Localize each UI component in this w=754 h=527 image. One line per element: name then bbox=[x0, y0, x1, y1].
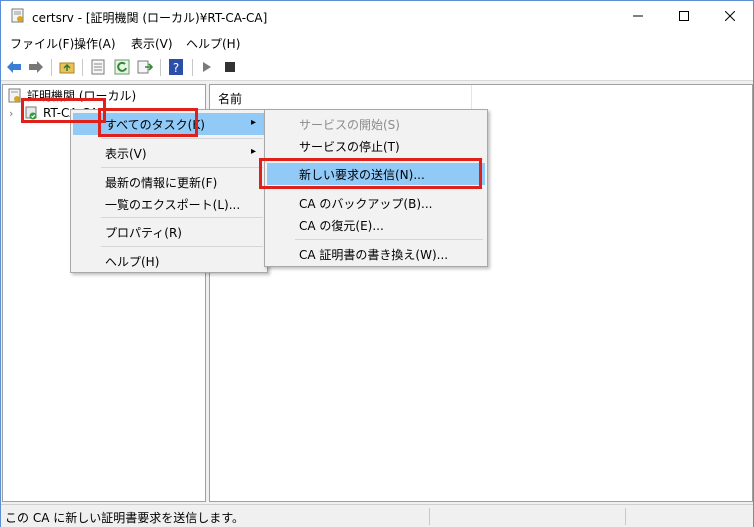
callout-highlight-submit-request bbox=[259, 158, 482, 189]
refresh-icon[interactable] bbox=[113, 58, 131, 76]
status-divider bbox=[429, 508, 430, 525]
export-icon[interactable] bbox=[136, 58, 154, 76]
menu-item-export-list[interactable]: 一覧のエクスポート(L)... bbox=[73, 193, 265, 215]
menu-action[interactable]: 操作(A) bbox=[74, 35, 116, 52]
menu-separator bbox=[101, 246, 263, 247]
menu-item-label: ヘルプ(H) bbox=[105, 254, 160, 269]
menu-item-label: CA のバックアップ(B)... bbox=[299, 196, 433, 211]
menu-item-label: サービスの開始(S) bbox=[299, 117, 400, 132]
title-bar: certsrv - [証明機関 (ローカル)¥RT-CA-CA] bbox=[1, 1, 753, 31]
menu-item-stop-service[interactable]: サービスの停止(T) bbox=[267, 135, 485, 157]
status-divider bbox=[625, 508, 626, 525]
stop-icon[interactable] bbox=[221, 58, 239, 76]
menu-item-refresh[interactable]: 最新の情報に更新(F) bbox=[73, 171, 265, 193]
minimize-button[interactable] bbox=[615, 1, 661, 31]
certsrv-app-icon bbox=[10, 8, 26, 24]
menu-separator bbox=[101, 138, 263, 139]
menu-separator bbox=[101, 167, 263, 168]
menu-view[interactable]: 表示(V) bbox=[131, 35, 173, 52]
menu-item-label: 一覧のエクスポート(L)... bbox=[105, 197, 241, 212]
menu-separator bbox=[101, 217, 263, 218]
menu-item-label: CA 証明書の書き換え(W)... bbox=[299, 247, 449, 262]
status-bar: この CA に新しい証明書要求を送信します。 bbox=[1, 504, 753, 527]
menu-separator bbox=[295, 239, 483, 240]
menu-item-restore-ca[interactable]: CA の復元(E)... bbox=[267, 214, 485, 236]
menu-item-help[interactable]: ヘルプ(H) bbox=[73, 250, 265, 272]
menu-item-view[interactable]: 表示(V) ▸ bbox=[73, 142, 265, 164]
status-text: この CA に新しい証明書要求を送信します。 bbox=[5, 511, 245, 525]
menu-item-backup-ca[interactable]: CA のバックアップ(B)... bbox=[267, 192, 485, 214]
menu-item-renew-ca-certificate[interactable]: CA 証明書の書き換え(W)... bbox=[267, 243, 485, 265]
submenu-arrow-icon: ▸ bbox=[251, 117, 257, 128]
column-header-name[interactable]: 名前 bbox=[210, 85, 472, 109]
chevron-right-icon[interactable]: › bbox=[9, 107, 19, 120]
toolbar-separator bbox=[82, 59, 83, 76]
column-header-label: 名前 bbox=[218, 92, 243, 106]
menu-item-label: 最新の情報に更新(F) bbox=[105, 175, 218, 190]
up-folder-icon[interactable] bbox=[58, 58, 76, 76]
callout-highlight-all-tasks bbox=[98, 108, 198, 137]
menu-item-label: サービスの停止(T) bbox=[299, 139, 400, 154]
maximize-button[interactable] bbox=[661, 1, 707, 31]
toolbar: ? bbox=[1, 53, 753, 81]
toolbar-separator bbox=[51, 59, 52, 76]
window-title: certsrv - [証明機関 (ローカル)¥RT-CA-CA] bbox=[32, 11, 268, 25]
menu-item-label: CA の復元(E)... bbox=[299, 218, 384, 233]
properties-icon[interactable] bbox=[89, 58, 107, 76]
callout-highlight-ca-node bbox=[21, 98, 106, 123]
menu-bar: ファイル(F) 操作(A) 表示(V) ヘルプ(H) bbox=[1, 31, 753, 53]
help-icon[interactable]: ? bbox=[167, 58, 185, 76]
back-arrow-icon[interactable] bbox=[5, 58, 23, 76]
menu-file[interactable]: ファイル(F) bbox=[10, 35, 74, 52]
submenu-arrow-icon: ▸ bbox=[251, 146, 257, 157]
menu-item-properties[interactable]: プロパティ(R) bbox=[73, 221, 265, 243]
svg-text:?: ? bbox=[173, 61, 179, 75]
forward-arrow-icon[interactable] bbox=[27, 58, 45, 76]
close-button[interactable] bbox=[707, 1, 753, 31]
menu-item-label: プロパティ(R) bbox=[105, 225, 182, 240]
toolbar-separator bbox=[160, 59, 161, 76]
menu-help[interactable]: ヘルプ(H) bbox=[186, 35, 240, 52]
menu-item-start-service[interactable]: サービスの開始(S) bbox=[267, 113, 485, 135]
toolbar-separator bbox=[192, 59, 193, 76]
menu-item-label: 表示(V) bbox=[105, 146, 147, 161]
play-icon[interactable] bbox=[198, 58, 216, 76]
